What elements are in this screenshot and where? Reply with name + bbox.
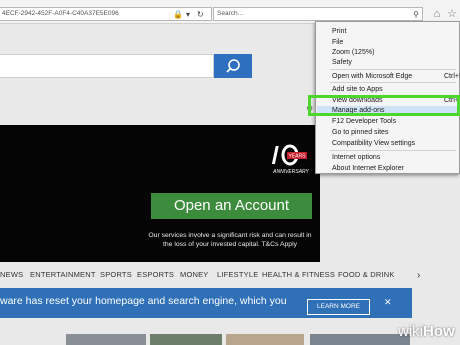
menu-item-zoom[interactable]: Zoom (125%) <box>332 48 374 57</box>
nav-item-esports[interactable]: ESPORTS <box>137 270 174 279</box>
menu-divider <box>330 69 456 70</box>
news-thumbnail[interactable] <box>310 334 410 345</box>
menu-divider <box>330 150 456 151</box>
menu-item-f12-developer-tools[interactable]: F12 Developer Tools <box>332 117 396 126</box>
news-thumbnail[interactable] <box>226 334 304 345</box>
search-icon[interactable]: ⚲ <box>413 9 419 20</box>
search-placeholder: Search... <box>217 10 244 17</box>
search-icon <box>226 59 240 73</box>
news-category-nav: NEWS ENTERTAINMENT SPORTS ESPORTS MONEY … <box>0 264 430 284</box>
nav-item-entertainment[interactable]: ENTERTAINMENT <box>30 270 96 279</box>
open-account-button[interactable]: Open an Account <box>151 193 312 219</box>
nav-item-health-fitness[interactable]: HEALTH & FITNESS <box>262 270 335 279</box>
chevron-right-icon[interactable]: › <box>417 270 420 281</box>
menu-item-file[interactable]: File <box>332 38 343 47</box>
menu-item-safety[interactable]: Safety <box>332 58 352 67</box>
url-field[interactable]: 4ECF-2942-452F-A0F4-C40A37E5E096 🔒 ▾ ↻ <box>0 7 212 21</box>
url-text: 4ECF-2942-452F-A0F4-C40A37E5E096 <box>2 10 119 17</box>
news-thumbnail[interactable] <box>66 334 146 345</box>
menu-item-about-ie[interactable]: About Internet Explorer <box>332 164 404 173</box>
wikihow-watermark: wikiHow <box>398 323 455 340</box>
learn-more-button[interactable]: LEARN MORE <box>307 299 370 315</box>
search-field[interactable]: Search... ⚲ <box>213 7 423 21</box>
ad-disclaimer-line-2: the loss of your invested capital. T&Cs … <box>163 240 297 248</box>
menu-item-print[interactable]: Print <box>332 27 346 36</box>
page-search-input[interactable] <box>0 54 214 78</box>
menu-item-go-to-pinned-sites[interactable]: Go to pinned sites <box>332 128 388 137</box>
refresh-icon[interactable]: ↻ <box>197 9 204 20</box>
nav-item-money[interactable]: MONEY <box>180 270 209 279</box>
menu-item-add-site-to-apps[interactable]: Add site to Apps <box>332 85 383 94</box>
close-icon[interactable]: ✕ <box>384 297 392 308</box>
anniversary-logo: YEARS ANNIVERSARY <box>269 140 315 180</box>
menu-item-compatibility-view[interactable]: Compatibility View settings <box>332 139 415 148</box>
ad-disclaimer: Our services involve a significant risk … <box>140 232 320 249</box>
logo-years-text: YEARS <box>289 154 307 160</box>
ad-disclaimer-line-1: Our services involve a significant risk … <box>148 232 312 239</box>
page-search-button[interactable] <box>214 54 252 78</box>
highlight-box <box>308 95 460 116</box>
lock-icon: 🔒 <box>173 10 183 19</box>
menu-item-open-with-edge[interactable]: Open with Microsoft EdgeCtrl+Shift+E <box>332 72 460 81</box>
news-thumbnail[interactable] <box>150 334 222 345</box>
menu-item-internet-options[interactable]: Internet options <box>332 153 380 162</box>
nav-item-lifestyle[interactable]: LIFESTYLE <box>217 270 258 279</box>
home-icon[interactable]: ⌂ <box>430 6 444 22</box>
banner-text: ware has reset your homepage and search … <box>0 295 287 307</box>
favorites-star-icon[interactable]: ☆ <box>445 6 459 22</box>
nav-item-food-drink[interactable]: FOOD & DRINK <box>338 270 395 279</box>
nav-item-news[interactable]: NEWS <box>0 270 23 279</box>
logo-anniversary-text: ANNIVERSARY <box>272 169 309 175</box>
nav-item-sports[interactable]: SPORTS <box>100 270 132 279</box>
chevron-down-icon[interactable]: ▾ <box>186 9 190 20</box>
menu-divider <box>330 82 456 83</box>
